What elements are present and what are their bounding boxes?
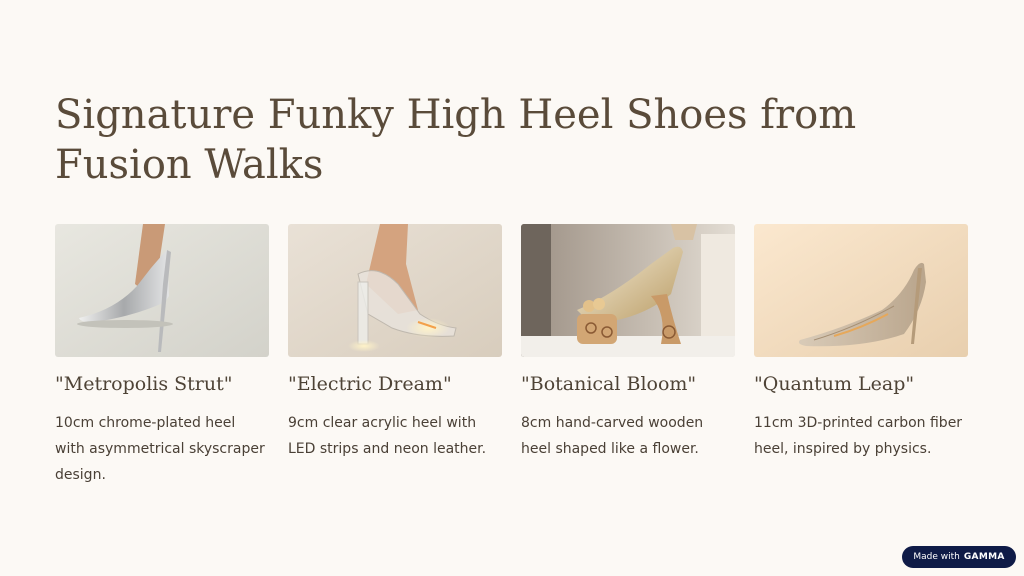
metropolis-strut-image — [55, 224, 269, 357]
botanical-bloom-title: "Botanical Bloom" — [521, 373, 697, 395]
shoe-cards: "Metropolis Strut" 10cm chrome-plated he… — [55, 224, 969, 488]
electric-dream-title: "Electric Dream" — [288, 373, 452, 395]
gamma-logo: GAMMA — [963, 552, 1005, 562]
slide-title: Signature Funky High Heel Shoes from Fus… — [55, 92, 857, 188]
botanical-bloom-image — [521, 224, 735, 357]
botanical-bloom-description: 8cm hand-carved wooden heel shaped like … — [521, 415, 704, 457]
electric-dream-description: 9cm clear acrylic heel with LED strips a… — [288, 415, 487, 457]
shoe-card-electric-dream: "Electric Dream" 9cm clear acrylic heel … — [288, 224, 502, 488]
shoe-card-botanical-bloom: "Botanical Bloom" 8cm hand-carved wooden… — [521, 224, 735, 488]
shoe-card-metropolis-strut: "Metropolis Strut" 10cm chrome-plated he… — [55, 224, 269, 488]
metropolis-strut-title: "Metropolis Strut" — [55, 373, 233, 395]
made-with-gamma-badge[interactable]: Made with GAMMA — [902, 546, 1016, 568]
quantum-leap-image — [754, 224, 968, 357]
quantum-leap-description: 11cm 3D-printed carbon fiber heel, inspi… — [754, 415, 963, 457]
quantum-leap-title: "Quantum Leap" — [754, 373, 915, 395]
shoe-card-quantum-leap: "Quantum Leap" 11cm 3D-printed carbon fi… — [754, 224, 968, 488]
electric-dream-image — [288, 224, 502, 357]
metropolis-strut-description: 10cm chrome-plated heel with asymmetrica… — [55, 415, 265, 483]
badge-prefix: Made with — [913, 552, 960, 562]
